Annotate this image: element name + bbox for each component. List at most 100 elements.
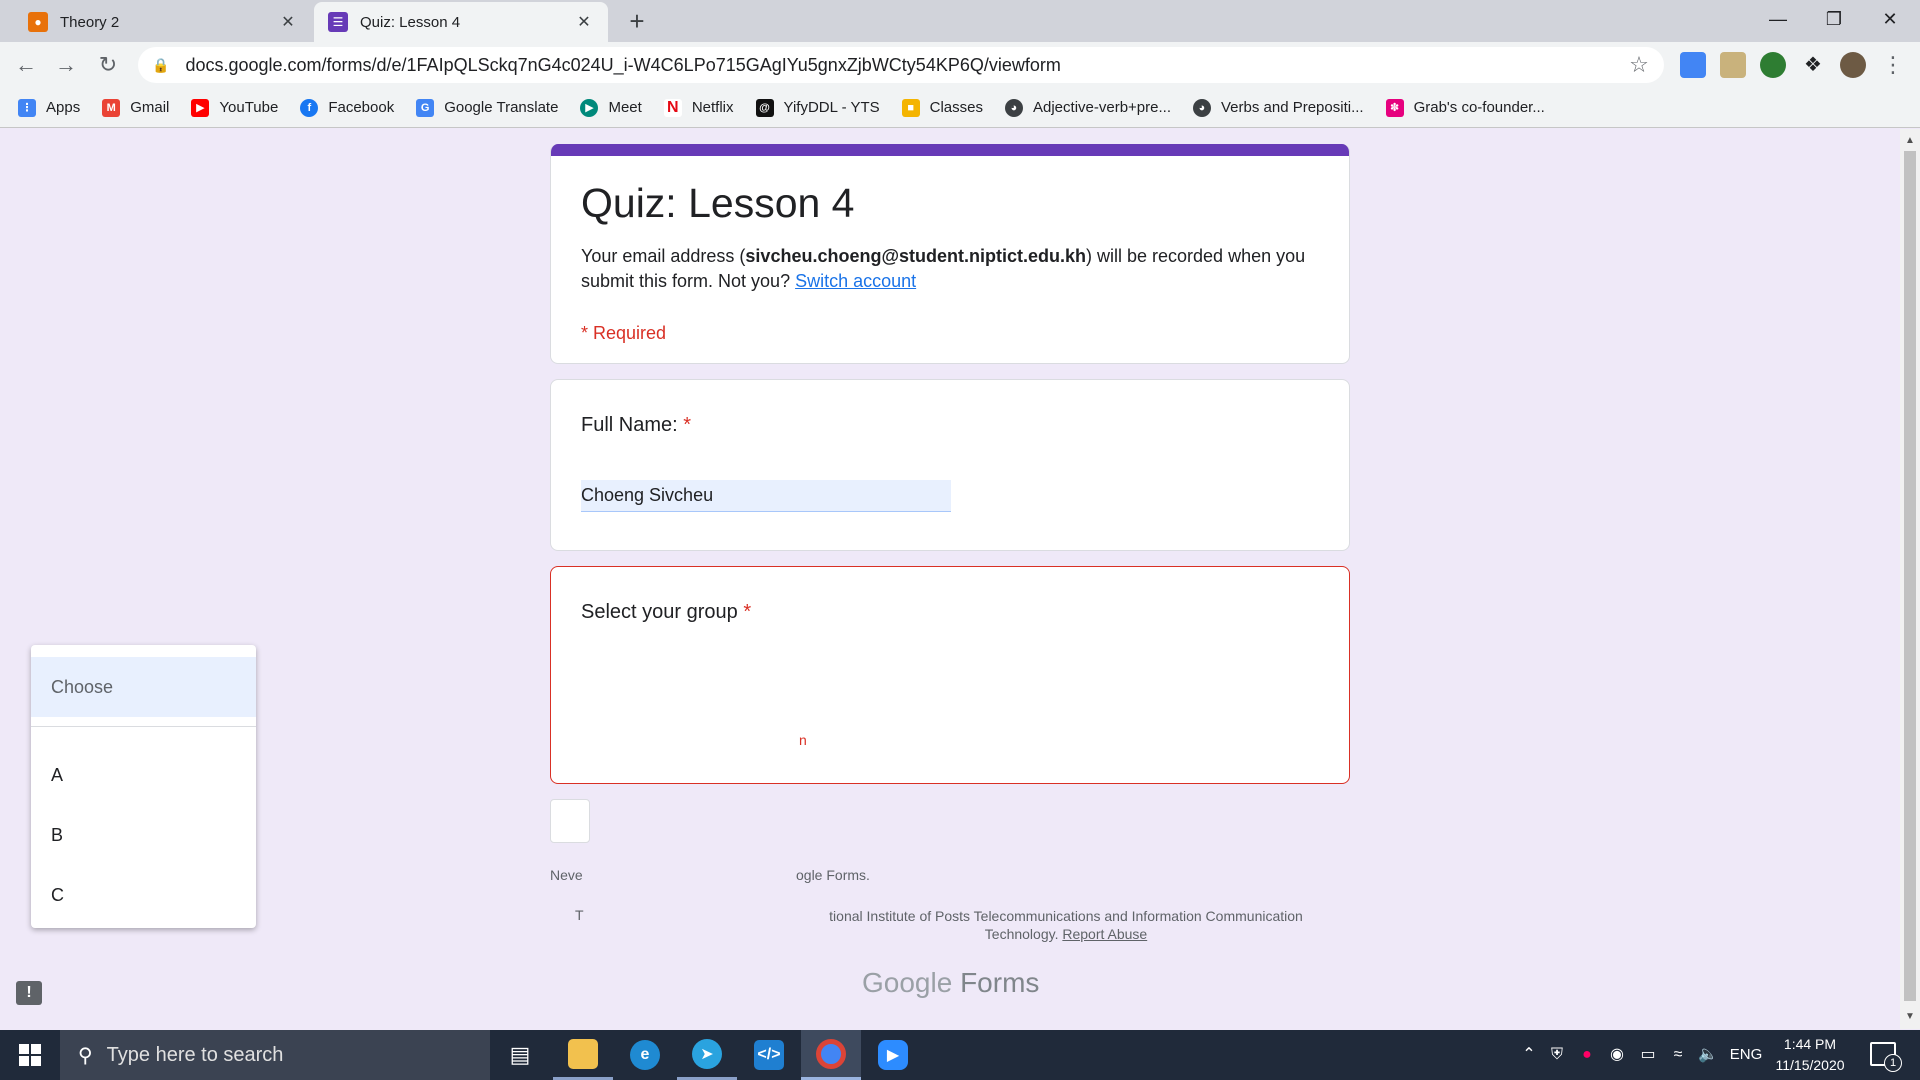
tab-theory-2[interactable]: ● Theory 2 ✕ (14, 2, 312, 42)
forward-button[interactable]: → (50, 49, 82, 81)
google-forms-icon: ☰ (328, 12, 348, 32)
show-hidden-icons-chevron-icon[interactable]: ⌃ (1518, 1030, 1540, 1080)
scrollbar-thumb[interactable] (1904, 151, 1916, 1001)
taskbar-search-box[interactable]: ⚲ Type here to search (60, 1030, 490, 1080)
nbc-peacock-icon: ✽ (1385, 98, 1404, 117)
tab-title: Quiz: Lesson 4 (360, 13, 461, 31)
color-app-icon[interactable]: ● (1576, 1030, 1598, 1080)
bookmark-gmail[interactable]: M Gmail (102, 98, 170, 117)
switch-account-link[interactable]: Switch account (795, 271, 916, 291)
bookmark-verbs-prepositions[interactable]: ◕ Verbs and Prepositi... (1192, 98, 1364, 117)
security-shield-icon[interactable]: ⛨ (1546, 1030, 1568, 1080)
footer-text-fragment: T (575, 907, 584, 923)
bookmark-google-translate[interactable]: G Google Translate (416, 98, 559, 117)
question-select-group: Select your group * n (550, 566, 1350, 784)
taskbar-file-explorer[interactable] (553, 1030, 613, 1080)
bookmark-netflix[interactable]: N Netflix (663, 98, 734, 117)
page-scrollbar[interactable]: ▲ ▼ (1900, 129, 1920, 1029)
feedback-icon[interactable]: ! (16, 981, 42, 1005)
notification-count: 1 (1884, 1054, 1902, 1072)
scroll-up-arrow-icon[interactable]: ▲ (1900, 135, 1920, 146)
bookmark-label: Adjective-verb+pre... (1033, 99, 1171, 116)
bookmark-youtube[interactable]: ▶ YouTube (191, 98, 278, 117)
bookmark-grab-cofounder[interactable]: ✽ Grab's co-founder... (1385, 98, 1545, 117)
form-header-card: Quiz: Lesson 4 Your email address (sivch… (550, 144, 1350, 364)
scroll-down-arrow-icon[interactable]: ▼ (1900, 1011, 1920, 1022)
image-extension-icon[interactable] (1720, 52, 1746, 78)
url-text[interactable]: docs.google.com/forms/d/e/1FAIpQLSckq7nG… (185, 55, 1624, 76)
close-tab-icon[interactable]: ✕ (574, 12, 594, 32)
bookmark-label: Facebook (328, 99, 395, 116)
windows-logo-icon (19, 1044, 41, 1066)
clock-time: 1:44 PM (1783, 1036, 1837, 1052)
bookmark-label: YifyDDL - YTS (783, 99, 880, 116)
restore-window-button[interactable]: ❐ (1806, 0, 1862, 38)
profile-avatar[interactable] (1840, 52, 1866, 78)
google-forms-logo[interactable]: Google Forms (862, 967, 1039, 999)
question-label: Select your group * (581, 601, 752, 623)
group-dropdown-menu[interactable]: Choose A B C (31, 645, 256, 928)
system-clock[interactable]: 1:44 PM 11/15/2020 (1760, 1034, 1860, 1076)
bookmark-label: Netflix (691, 99, 734, 116)
volume-icon[interactable]: 🔈 (1696, 1030, 1720, 1080)
dropdown-option-c[interactable]: C (31, 866, 256, 924)
taskbar-vscode[interactable]: </> (739, 1030, 799, 1080)
reload-button[interactable]: ↻ (92, 49, 124, 81)
task-view-button[interactable]: ▤ (490, 1030, 550, 1080)
user-email: sivcheu.choeng@student.niptict.edu.kh (745, 246, 1087, 266)
new-tab-button[interactable]: + (622, 6, 652, 36)
bookmark-apps[interactable]: ⋮ Apps (18, 98, 80, 117)
minimize-window-button[interactable]: — (1750, 0, 1806, 38)
full-name-input[interactable] (581, 480, 951, 512)
browser-menu-icon[interactable]: ⋮ (1880, 52, 1906, 78)
facebook-icon: f (300, 98, 319, 117)
tab-quiz-lesson-4[interactable]: ☰ Quiz: Lesson 4 ✕ (314, 2, 608, 42)
bookmark-star-icon[interactable]: ☆ (1624, 52, 1654, 78)
submit-button[interactable] (550, 799, 590, 843)
close-window-button[interactable]: ✕ (1862, 0, 1918, 38)
bookmark-facebook[interactable]: f Facebook (300, 98, 395, 117)
meet-icon: ▶ (580, 98, 599, 117)
start-button[interactable] (0, 1030, 60, 1080)
battery-icon[interactable]: ▭ (1636, 1030, 1660, 1080)
bookmark-classes[interactable]: ■ Classes (901, 98, 983, 117)
clock-date: 11/15/2020 (1775, 1057, 1845, 1073)
task-view-icon: ▤ (509, 1042, 531, 1067)
action-center-icon[interactable]: 1 (1870, 1042, 1902, 1072)
back-button[interactable]: ← (10, 49, 42, 81)
question-label: Full Name: * (581, 414, 692, 436)
bookmark-yts[interactable]: @ YifyDDL - YTS (755, 98, 880, 117)
search-placeholder: Type here to search (106, 1043, 284, 1066)
vscode-icon: </> (754, 1040, 784, 1070)
bookmark-label: Gmail (130, 99, 170, 116)
close-tab-icon[interactable]: ✕ (278, 12, 298, 32)
browser-toolbar: ← → ↻ 🔒 docs.google.com/forms/d/e/1FAIpQ… (0, 42, 1920, 88)
taskbar-zoom[interactable]: ▶ (863, 1030, 923, 1080)
zoom-icon: ▶ (878, 1040, 908, 1070)
bookmark-label: Google Translate (444, 99, 559, 116)
bookmark-label: Grab's co-founder... (1413, 99, 1545, 116)
dropdown-option-choose[interactable]: Choose (31, 657, 256, 717)
classroom-icon: ■ (901, 98, 920, 117)
tab-strip: ● Theory 2 ✕ ☰ Quiz: Lesson 4 ✕ + — ❐ ✕ (0, 0, 1920, 42)
dropdown-option-a[interactable]: A (31, 746, 256, 804)
dropdown-option-b[interactable]: B (31, 806, 256, 864)
bookmark-adjective-verb[interactable]: ◕ Adjective-verb+pre... (1005, 98, 1171, 117)
windows-taskbar: ⚲ Type here to search ▤ e ➤ </> ▶ ⌃ ⛨ ● … (0, 1030, 1920, 1080)
bookmark-meet[interactable]: ▶ Meet (580, 98, 642, 117)
taskbar-edge[interactable]: e (615, 1030, 675, 1080)
tray-app-icon[interactable]: ◉ (1606, 1030, 1628, 1080)
bookmark-label: Verbs and Prepositi... (1220, 99, 1364, 116)
globe-extension-icon[interactable] (1760, 52, 1786, 78)
lock-icon[interactable]: 🔒 (152, 57, 169, 74)
address-bar[interactable]: 🔒 docs.google.com/forms/d/e/1FAIpQLSckq7… (138, 47, 1664, 83)
report-abuse-link[interactable]: Report Abuse (1062, 926, 1147, 942)
classroom-icon: ● (28, 12, 48, 32)
taskbar-chrome[interactable] (801, 1030, 861, 1080)
yts-icon: @ (755, 98, 774, 117)
extensions-puzzle-icon[interactable]: ❖ (1800, 52, 1826, 78)
taskbar-telegram[interactable]: ➤ (677, 1030, 737, 1080)
wifi-icon[interactable]: ≈ (1666, 1030, 1690, 1080)
google-translate-extension-icon[interactable] (1680, 52, 1706, 78)
bookmarks-bar: ⋮ Apps M Gmail ▶ YouTube f Facebook G Google … (0, 88, 1920, 128)
